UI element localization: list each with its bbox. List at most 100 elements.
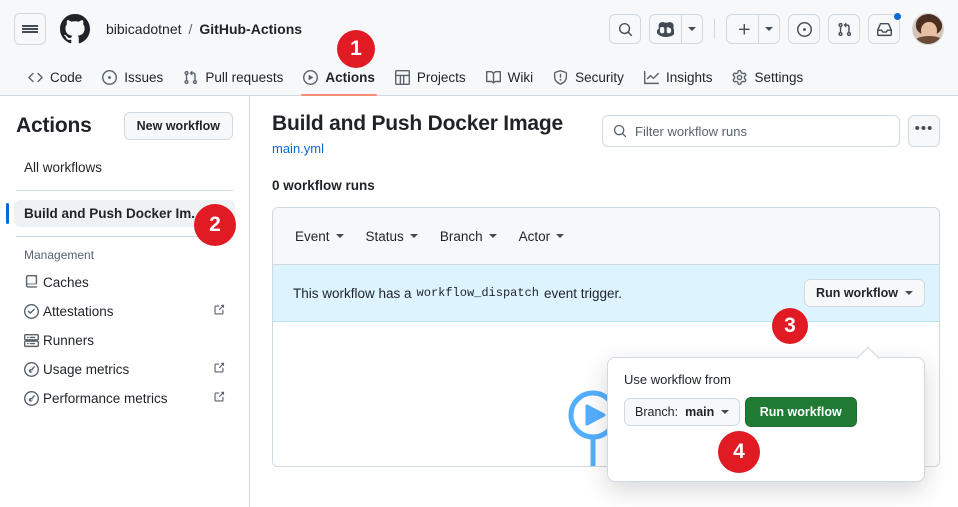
table-icon: [394, 69, 410, 85]
tab-wiki[interactable]: Wiki: [476, 59, 544, 95]
tab-issues[interactable]: Issues: [92, 59, 173, 95]
chevron-down-icon: [488, 234, 497, 238]
git-pull-request-icon: [183, 70, 198, 85]
tab-settings[interactable]: Settings: [722, 59, 813, 95]
run-workflow-dropdown-panel: Use workflow from Branch: main Run workf…: [607, 357, 925, 482]
plus-icon[interactable]: [726, 14, 758, 44]
tab-insights[interactable]: Insights: [634, 59, 723, 95]
create-new-group: [726, 14, 780, 44]
chevron-down-icon: [556, 234, 565, 238]
play-circle-icon: [303, 69, 319, 85]
sidebar-divider: [16, 190, 233, 191]
filter-status-dropdown[interactable]: Status: [366, 229, 418, 244]
github-logo-icon[interactable]: [60, 14, 90, 44]
avatar[interactable]: [912, 13, 944, 45]
tab-security[interactable]: Security: [543, 59, 634, 95]
sidebar-item-runners[interactable]: Runners: [14, 327, 235, 354]
tab-label: Projects: [416, 69, 466, 85]
step-badge-2: 2: [194, 204, 236, 246]
sidebar-item-label: Caches: [43, 275, 89, 290]
sidebar-item-caches[interactable]: Caches: [14, 269, 235, 296]
actions-sidebar: Actions New workflow All workflows Build…: [0, 96, 250, 507]
filter-actor-dropdown[interactable]: Actor: [519, 229, 565, 244]
workflow-header: Build and Push Docker Image main.yml •••: [272, 112, 940, 156]
notification-indicator-dot: [893, 12, 902, 21]
more-options-button[interactable]: •••: [908, 115, 940, 147]
chevron-down-icon[interactable]: [758, 14, 780, 44]
sidebar-item-label: Runners: [43, 333, 95, 348]
external-link-icon: [207, 304, 225, 319]
global-header: bibicadotnet / GitHub-Actions Code Issue…: [0, 0, 958, 96]
issues-button[interactable]: [788, 14, 820, 44]
gear-icon: [732, 69, 747, 85]
tab-label: Issues: [124, 69, 164, 85]
branch-selector-button[interactable]: Branch: main: [624, 398, 741, 426]
breadcrumb-repo[interactable]: GitHub-Actions: [199, 21, 302, 37]
sidebar-item-usage-metrics[interactable]: Usage metrics: [14, 356, 235, 383]
step-badge-1: 1: [337, 30, 375, 68]
run-workflow-button[interactable]: Run workflow: [804, 279, 925, 307]
search-input[interactable]: [635, 123, 889, 139]
filter-label: Event: [295, 228, 330, 244]
tab-label: Insights: [665, 69, 713, 85]
breadcrumb-owner[interactable]: bibicadotnet: [106, 21, 182, 37]
use-workflow-from-label: Use workflow from: [624, 372, 731, 387]
verified-check-icon: [24, 304, 43, 319]
sidebar-item-performance-metrics[interactable]: Performance metrics: [14, 385, 235, 412]
filter-event-dropdown[interactable]: Event: [295, 229, 344, 244]
hamburger-icon[interactable]: [14, 13, 46, 45]
chevron-down-icon: [335, 234, 344, 238]
filter-branch-dropdown[interactable]: Branch: [440, 229, 497, 244]
tab-projects[interactable]: Projects: [385, 59, 476, 95]
tab-pull-requests[interactable]: Pull requests: [173, 59, 293, 95]
workflow-dispatch-banner: This workflow has a workflow_dispatch ev…: [273, 265, 939, 322]
tab-actions[interactable]: Actions: [293, 59, 385, 96]
sidebar-item-label: All workflows: [24, 160, 103, 175]
cache-icon: [24, 275, 43, 290]
chevron-down-icon: [905, 291, 913, 295]
notifications-button[interactable]: [868, 12, 902, 44]
header-top-row: bibicadotnet / GitHub-Actions: [0, 0, 958, 58]
tab-label: Security: [575, 69, 624, 85]
external-link-icon: [207, 391, 225, 406]
pull-requests-button[interactable]: [828, 14, 860, 44]
dispatch-text-before: This workflow has a: [293, 285, 412, 301]
branch-prefix-label: Branch:: [635, 405, 679, 419]
search-icon: [613, 124, 627, 138]
server-icon: [24, 333, 43, 348]
dispatch-event-code: workflow_dispatch: [416, 286, 539, 300]
workflow-file-link[interactable]: main.yml: [272, 141, 563, 156]
copilot-icon[interactable]: [649, 14, 681, 44]
run-workflow-label: Run workflow: [816, 286, 898, 300]
sidebar-item-label: Attestations: [43, 304, 114, 319]
sidebar-item-label: Usage metrics: [43, 362, 130, 377]
tab-code[interactable]: Code: [18, 59, 92, 95]
header-divider: [714, 19, 715, 39]
shield-icon: [553, 69, 568, 85]
tab-label: Code: [50, 69, 83, 85]
tab-label: Settings: [754, 69, 804, 85]
tab-label: Actions: [325, 69, 375, 85]
chevron-down-icon: [721, 410, 730, 414]
header-actions: [609, 12, 944, 45]
breadcrumb-separator: /: [188, 21, 193, 37]
chevron-down-icon: [409, 234, 418, 238]
branch-name-label: main: [685, 405, 715, 419]
workflow-runs-count: 0 workflow runs: [272, 178, 375, 193]
run-workflow-submit-button[interactable]: Run workflow: [744, 397, 857, 427]
filter-workflow-runs-box[interactable]: [602, 115, 900, 147]
sidebar-item-attestations[interactable]: Attestations: [14, 298, 235, 325]
step-badge-4: 4: [718, 431, 760, 473]
sidebar-item-all-workflows[interactable]: All workflows: [14, 154, 235, 181]
book-icon: [485, 70, 501, 85]
runs-filter-toolbar: Event Status Branch Actor: [273, 208, 939, 265]
copilot-group: [649, 14, 703, 44]
sidebar-item-label: Performance metrics: [43, 391, 168, 406]
sidebar-title: Actions: [16, 114, 92, 137]
new-workflow-button[interactable]: New workflow: [123, 112, 233, 140]
chevron-down-icon[interactable]: [681, 14, 703, 44]
workflow-header-actions: •••: [602, 112, 940, 147]
sidebar-section-management: Management: [24, 248, 95, 262]
search-button[interactable]: [609, 14, 641, 44]
tab-label: Wiki: [507, 69, 534, 85]
